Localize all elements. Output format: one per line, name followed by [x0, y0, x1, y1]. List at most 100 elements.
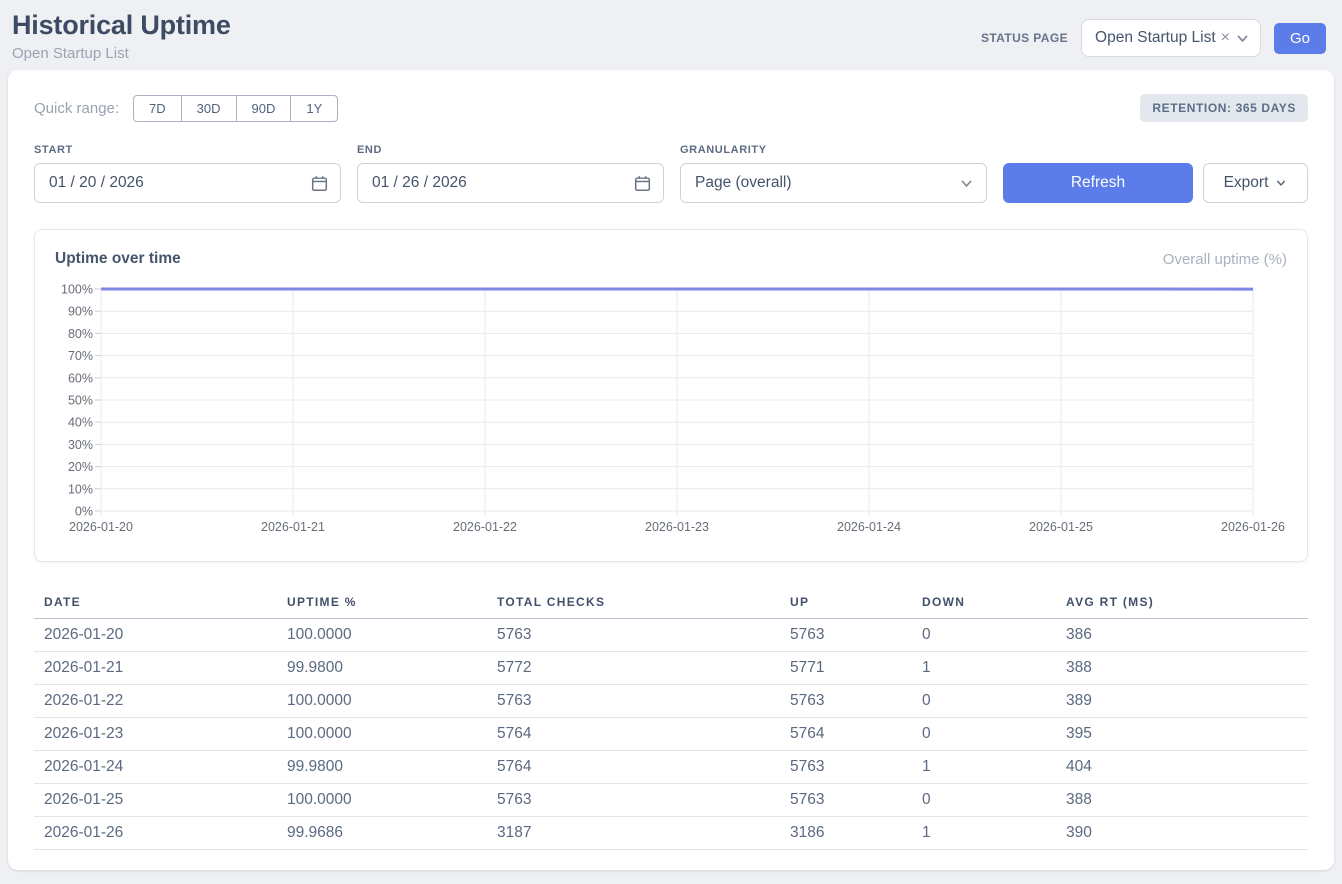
quick-range-1y[interactable]: 1Y	[290, 95, 338, 122]
table-cell: 5764	[487, 718, 780, 751]
filters-form-row: START 01 / 20 / 2026 END 01 / 26 / 2026 …	[34, 144, 1308, 203]
table-cell: 1	[912, 817, 1056, 850]
y-axis-label: 90%	[68, 305, 93, 319]
table-row: 2026-01-22100.0000576357630389	[34, 685, 1308, 718]
table-cell: 3187	[487, 817, 780, 850]
y-axis-label: 40%	[68, 416, 93, 430]
table-cell: 5772	[487, 652, 780, 685]
export-button-label: Export	[1224, 174, 1269, 192]
table-cell: 100.0000	[277, 718, 487, 751]
y-axis-label: 50%	[68, 394, 93, 408]
table-cell: 389	[1056, 685, 1308, 718]
chevron-down-icon	[959, 176, 974, 191]
granularity-label: GRANULARITY	[680, 144, 987, 156]
y-axis-label: 60%	[68, 371, 93, 385]
calendar-icon	[311, 175, 328, 192]
table-body: 2026-01-20100.00005763576303862026-01-21…	[34, 619, 1308, 850]
quick-range-group: 7D30D90D1Y	[133, 95, 338, 122]
table-cell: 1	[912, 652, 1056, 685]
clear-icon[interactable]: ×	[1219, 30, 1232, 46]
table-cell: 99.9800	[277, 751, 487, 784]
table-cell: 2026-01-20	[34, 619, 277, 652]
table-cell: 2026-01-21	[34, 652, 277, 685]
quick-range-30d[interactable]: 30D	[181, 95, 237, 122]
column-header: UPTIME %	[277, 586, 487, 619]
table-cell: 388	[1056, 652, 1308, 685]
table-cell: 5763	[487, 685, 780, 718]
column-header: DOWN	[912, 586, 1056, 619]
table-row: 2026-01-25100.0000576357630388	[34, 784, 1308, 817]
end-date-input[interactable]: 01 / 26 / 2026	[357, 163, 664, 203]
table-cell: 99.9686	[277, 817, 487, 850]
page-title: Historical Uptime	[12, 10, 231, 41]
column-header: UP	[780, 586, 912, 619]
start-date-value: 01 / 20 / 2026	[49, 174, 144, 192]
table-row: 2026-01-23100.0000576457640395	[34, 718, 1308, 751]
table-cell: 100.0000	[277, 619, 487, 652]
column-header: DATE	[34, 586, 277, 619]
uptime-chart-card: Uptime over time Overall uptime (%) 100%…	[34, 229, 1308, 562]
status-page-selected-value: Open Startup List	[1095, 29, 1216, 47]
status-page-area: STATUS PAGE Open Startup List × Go	[981, 19, 1326, 57]
start-date-input[interactable]: 01 / 20 / 2026	[34, 163, 341, 203]
go-button[interactable]: Go	[1274, 23, 1326, 54]
y-axis-label: 70%	[68, 349, 93, 363]
table-cell: 404	[1056, 751, 1308, 784]
calendar-icon	[634, 175, 651, 192]
chevron-down-icon	[1275, 177, 1287, 189]
table-cell: 5763	[780, 685, 912, 718]
column-header: TOTAL CHECKS	[487, 586, 780, 619]
table-cell: 5771	[780, 652, 912, 685]
y-axis-label: 30%	[68, 438, 93, 452]
end-date-value: 01 / 26 / 2026	[372, 174, 467, 192]
table-header-row: DATEUPTIME %TOTAL CHECKSUPDOWNAVG RT (MS…	[34, 586, 1308, 619]
y-axis-label: 20%	[68, 460, 93, 474]
table-cell: 2026-01-22	[34, 685, 277, 718]
granularity-select[interactable]: Page (overall)	[680, 163, 987, 203]
quick-range-7d[interactable]: 7D	[133, 95, 182, 122]
y-axis-label: 80%	[68, 327, 93, 341]
table-cell: 1	[912, 751, 1056, 784]
chevron-down-icon	[1235, 31, 1250, 46]
start-date-label: START	[34, 144, 341, 156]
x-axis-label: 2026-01-21	[261, 520, 325, 534]
status-page-label: STATUS PAGE	[981, 31, 1068, 45]
x-axis-label: 2026-01-22	[453, 520, 517, 534]
status-page-select[interactable]: Open Startup List ×	[1081, 19, 1261, 57]
table-cell: 99.9800	[277, 652, 487, 685]
table-cell: 5763	[487, 619, 780, 652]
table-cell: 2026-01-25	[34, 784, 277, 817]
export-button[interactable]: Export	[1203, 163, 1308, 203]
table-cell: 5764	[780, 718, 912, 751]
refresh-button[interactable]: Refresh	[1003, 163, 1193, 203]
x-axis-label: 2026-01-26	[1221, 520, 1285, 534]
table-row: 2026-01-2199.9800577257711388	[34, 652, 1308, 685]
uptime-chart-svg: 100%90%80%70%60%50%40%30%20%10%0%2026-01…	[55, 282, 1289, 536]
table-cell: 5763	[780, 619, 912, 652]
page-subtitle: Open Startup List	[12, 45, 231, 62]
x-axis-label: 2026-01-25	[1029, 520, 1093, 534]
x-axis-label: 2026-01-24	[837, 520, 901, 534]
column-header: AVG RT (MS)	[1056, 586, 1308, 619]
granularity-value: Page (overall)	[695, 174, 792, 192]
chart-header: Uptime over time Overall uptime (%)	[55, 250, 1287, 268]
table-cell: 0	[912, 685, 1056, 718]
x-axis-label: 2026-01-20	[69, 520, 133, 534]
table-cell: 2026-01-26	[34, 817, 277, 850]
quick-range-label: Quick range:	[34, 100, 119, 117]
start-date-field: START 01 / 20 / 2026	[34, 144, 341, 203]
table-row: 2026-01-2499.9800576457631404	[34, 751, 1308, 784]
table-cell: 2026-01-23	[34, 718, 277, 751]
table-cell: 386	[1056, 619, 1308, 652]
table-cell: 388	[1056, 784, 1308, 817]
filters-top-row: Quick range: 7D30D90D1Y RETENTION: 365 D…	[34, 94, 1308, 122]
table-cell: 0	[912, 784, 1056, 817]
retention-badge: RETENTION: 365 DAYS	[1140, 94, 1308, 122]
main-card: Quick range: 7D30D90D1Y RETENTION: 365 D…	[8, 70, 1334, 870]
quick-range-90d[interactable]: 90D	[236, 95, 292, 122]
chart-title: Uptime over time	[55, 250, 181, 268]
table-cell: 5764	[487, 751, 780, 784]
table-cell: 100.0000	[277, 685, 487, 718]
table-cell: 3186	[780, 817, 912, 850]
table-cell: 395	[1056, 718, 1308, 751]
